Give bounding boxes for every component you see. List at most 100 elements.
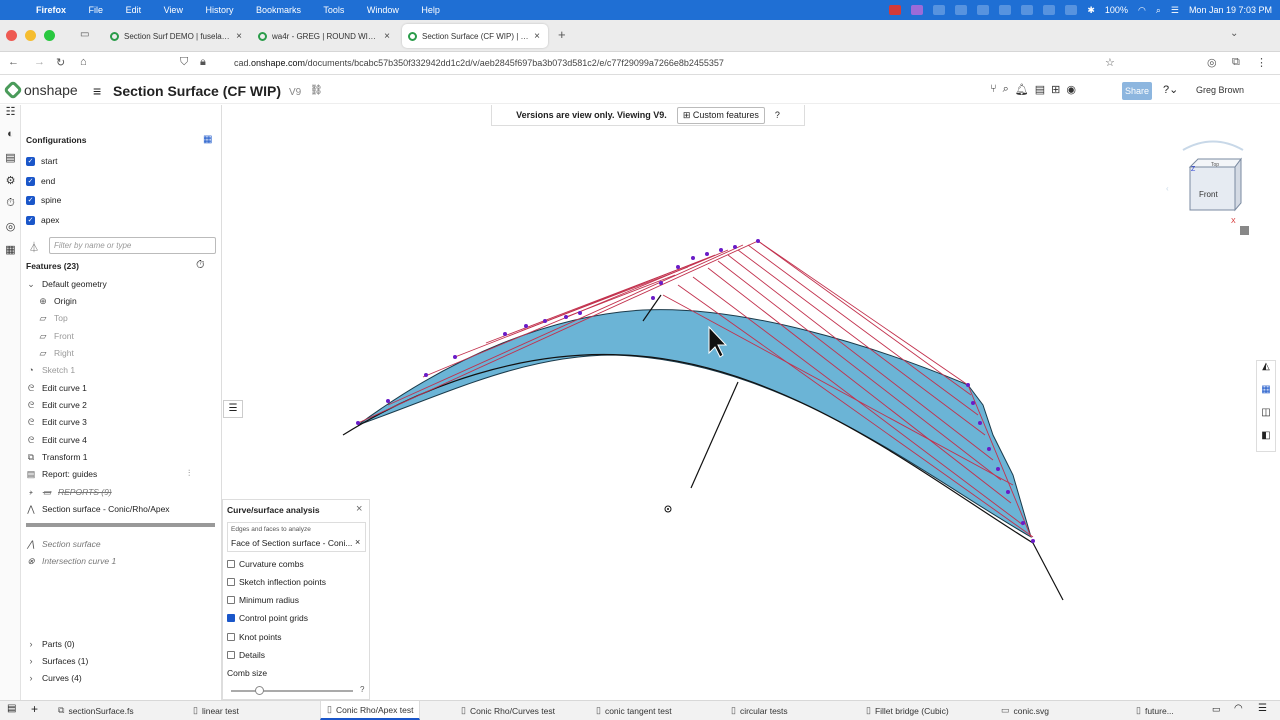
spotlight-icon[interactable]: ⌕ <box>1156 5 1161 16</box>
parts-list[interactable]: › Parts (0) <box>26 636 226 652</box>
zoom-window-icon[interactable] <box>44 30 55 41</box>
display-mode-icon[interactable]: ◭ <box>1257 361 1275 384</box>
option-control-point-grids[interactable]: Control point grids <box>227 613 308 623</box>
default-geometry-folder[interactable]: ⌄ Default geometry <box>26 276 226 292</box>
notifications-bell-icon[interactable]: 🔔︎ <box>1015 83 1029 96</box>
comb-size-slider[interactable] <box>231 690 353 692</box>
tab-section-surface-active[interactable]: Section Surface (CF WIP) | Coni × <box>402 24 548 48</box>
performance-icon[interactable]: ◠ <box>1234 703 1243 714</box>
tree-folder-reports[interactable]: › ▭ REPORTS (9) <box>26 484 226 500</box>
tree-item-origin[interactable]: ⊕ Origin <box>38 293 238 309</box>
checkbox-unchecked-icon[interactable] <box>227 596 235 604</box>
config-item-apex[interactable]: ✓ apex <box>26 212 226 228</box>
analysis-icon[interactable]: ◎ <box>0 220 21 243</box>
checkbox-checked-icon[interactable]: ✓ <box>26 176 35 186</box>
chevron-right-icon[interactable]: › <box>26 487 36 497</box>
view-cube[interactable]: Front Top Z X ‹ › <box>1166 140 1256 226</box>
remove-selection-icon[interactable]: × <box>355 537 360 547</box>
insert-new-tab-icon[interactable]: + <box>31 702 38 716</box>
tab-overview-icon[interactable]: ▭ <box>80 29 89 40</box>
tab-future[interactable]: ▯ future... <box>1130 701 1180 720</box>
home-icon[interactable]: ⌂ <box>80 56 87 68</box>
configuration-table-icon[interactable]: ▦ <box>203 134 212 145</box>
branch-icon[interactable]: ⑂ <box>990 83 997 96</box>
tab-section-surf-demo[interactable]: Section Surf DEMO | fuselage cr × <box>104 24 250 48</box>
hamburger-menu-icon[interactable]: ≡ <box>93 83 101 99</box>
option-knot-points[interactable]: Knot points <box>227 632 282 642</box>
model-canvas[interactable]: Front Top Z X ‹ › <box>223 105 1256 700</box>
view-rotate-arc-icon[interactable] <box>1182 140 1244 151</box>
help-circle-icon[interactable]: ? <box>360 685 364 694</box>
wifi-icon[interactable]: ◠ <box>1138 5 1146 16</box>
audio-icon[interactable] <box>999 5 1012 15</box>
tab-sectionsurface-fs[interactable]: ⧉ sectionSurface.fs <box>52 701 140 720</box>
link-icon[interactable]: ⛓ <box>310 85 323 96</box>
filter-input[interactable]: Filter by name or type <box>49 237 216 254</box>
tree-item-plane-right[interactable]: ▱ Right <box>38 345 238 361</box>
tree-item-edit-curve-1[interactable]: ᘓ Edit curve 1 <box>26 380 226 396</box>
script-icon[interactable] <box>1021 5 1034 15</box>
share-button[interactable]: Share <box>1122 82 1152 100</box>
selection-value[interactable]: Face of Section surface - Coni... <box>231 538 352 548</box>
surfaces-list[interactable]: › Surfaces (1) <box>26 653 226 669</box>
feature-list-icon[interactable]: ☷ <box>0 105 21 128</box>
app-store-icon[interactable]: ⊞ <box>1051 83 1060 96</box>
variables-icon[interactable]: ▤ <box>0 151 21 174</box>
config-item-start[interactable]: ✓ start <box>26 153 226 169</box>
checkbox-checked-icon[interactable] <box>227 614 235 622</box>
custom-features-button[interactable]: ⊞ Custom features <box>676 106 765 124</box>
account-icon[interactable]: ◎ <box>1207 56 1217 69</box>
tree-item-report-guides[interactable]: ▤ Report: guides <box>26 466 226 482</box>
menu-file[interactable]: File <box>89 5 104 15</box>
apex-guide-curve[interactable] <box>690 381 739 489</box>
back-icon[interactable]: ← <box>8 56 19 68</box>
tab-manager-icon[interactable]: ▤ <box>7 703 16 714</box>
rebuild-timer-icon[interactable]: ⏱ <box>196 259 205 272</box>
filter-icon[interactable]: ⏃ <box>29 239 39 254</box>
view-cube-front-face[interactable] <box>1189 166 1236 211</box>
tree-item-plane-top[interactable]: ▱ Top <box>38 310 238 326</box>
tree-item-edit-curve-3[interactable]: ᘓ Edit curve 3 <box>26 414 226 430</box>
tab-conic-svg[interactable]: ▭ conic.svg <box>995 701 1055 720</box>
config-item-end[interactable]: ✓ end <box>26 173 226 189</box>
chevron-right-icon[interactable]: › <box>26 656 36 666</box>
mass-properties-icon[interactable]: ⏱ <box>0 197 21 220</box>
option-curvature-combs[interactable]: Curvature combs <box>227 559 304 569</box>
appearance-icon[interactable]: ⚙ <box>0 174 21 197</box>
reload-icon[interactable]: ↻ <box>56 56 65 69</box>
rollback-bar[interactable] <box>26 523 215 527</box>
tab-conic-rho-apex-test[interactable]: ▯ Conic Rho/Apex test <box>320 701 421 720</box>
appearance-panel-icon[interactable]: ▦ <box>1257 384 1275 407</box>
tab-wa4r[interactable]: wa4r - GREG | ROUND WINGTIP × <box>252 24 398 48</box>
browser-menu-icon[interactable]: ⋮ <box>1256 56 1267 69</box>
chevron-right-icon[interactable]: › <box>26 639 36 649</box>
checkbox-unchecked-icon[interactable] <box>227 560 235 568</box>
display-icon[interactable] <box>977 5 990 15</box>
tree-item-section-surface-suppressed[interactable]: ⋀ Section surface <box>26 536 226 552</box>
checkbox-unchecked-icon[interactable] <box>227 578 235 586</box>
tab-list-chevron-icon[interactable]: ⌄ <box>1230 28 1238 39</box>
bluetooth-icon[interactable]: ✱ <box>1087 5 1095 16</box>
bookmark-star-icon[interactable]: ☆ <box>1105 56 1115 69</box>
view-rotate-left-icon[interactable]: ‹ <box>1166 184 1169 193</box>
tree-item-transform-1[interactable]: ⧉ Transform 1 <box>26 449 226 465</box>
checkbox-unchecked-icon[interactable] <box>227 651 235 659</box>
new-tab-icon[interactable]: + <box>558 27 566 42</box>
bom-icon[interactable]: ▦ <box>0 243 21 266</box>
close-tab-icon[interactable]: × <box>384 31 390 42</box>
control-center-icon[interactable]: ☰ <box>1171 5 1179 16</box>
search-icon[interactable]: ⌕ <box>1003 83 1009 96</box>
checkbox-checked-icon[interactable]: ✓ <box>26 156 35 166</box>
close-window-icon[interactable] <box>6 30 17 41</box>
extensions-icon[interactable]: ⧉ <box>1232 56 1240 69</box>
menu-view[interactable]: View <box>164 5 183 15</box>
graphics-viewport[interactable]: Front Top Z X ‹ › Versions are view only… <box>223 105 1256 700</box>
chevron-down-icon[interactable]: ⌄ <box>26 279 36 290</box>
menu-edit[interactable]: Edit <box>126 5 142 15</box>
close-dialog-icon[interactable]: × <box>356 503 362 515</box>
comb-size-slider-handle[interactable] <box>255 686 264 695</box>
menu-tools[interactable]: Tools <box>323 5 344 15</box>
tab-circular-tests[interactable]: ▯ circular tests <box>725 701 794 720</box>
checkbox-unchecked-icon[interactable] <box>227 633 235 641</box>
rollback-marker-icon[interactable]: ⫶ <box>188 468 190 479</box>
